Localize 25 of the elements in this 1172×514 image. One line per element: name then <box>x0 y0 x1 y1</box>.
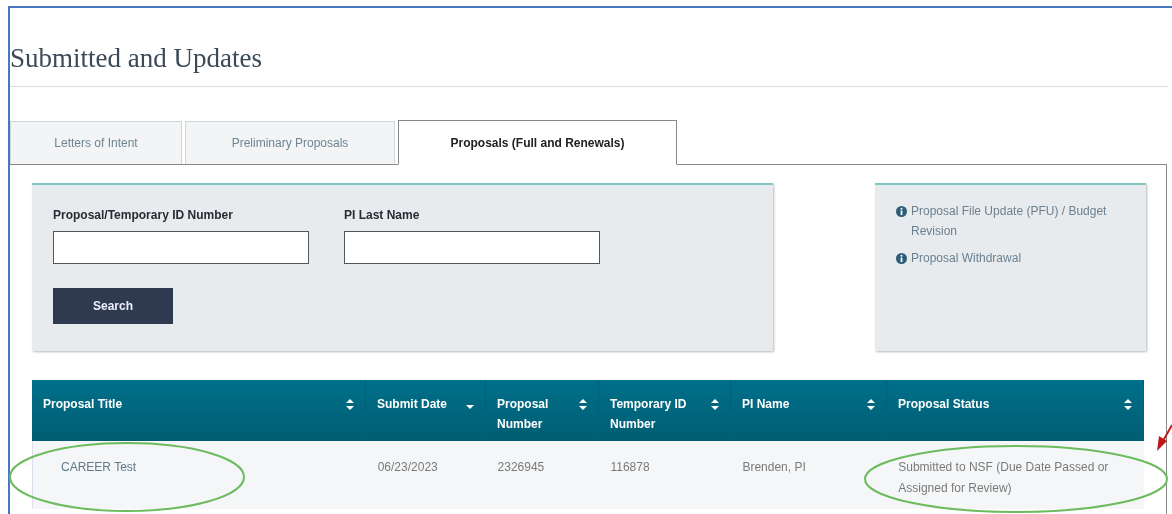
input-field[interactable] <box>344 231 600 264</box>
input-field[interactable] <box>53 231 309 264</box>
field-label: Proposal/Temporary ID Number <box>53 208 234 222</box>
sort-icon[interactable] <box>1123 398 1133 411</box>
tab[interactable]: Preliminary Proposals <box>185 121 395 164</box>
annotation-arrow <box>1157 424 1172 451</box>
info-icon <box>896 206 907 217</box>
field-label: PI Last Name <box>344 208 421 222</box>
table-cell-text: 116878 <box>610 459 650 476</box>
page-title: Submitted and Updates <box>10 43 1168 87</box>
table-cell-text: 06/23/2023 <box>377 459 438 476</box>
sort-icon[interactable] <box>578 398 588 411</box>
sort-icon[interactable] <box>345 398 355 411</box>
info-link[interactable]: Proposal Withdrawal <box>911 248 1111 268</box>
info-link[interactable]: Proposal File Update (PFU) / Budget Revision <box>911 201 1111 241</box>
table-cell-text: Submitted to NSF (Due Date Passed or Assigned for Review) <box>898 459 1110 497</box>
search-button[interactable]: Search <box>53 288 173 324</box>
table-cell-text: Brenden, PI <box>742 459 806 476</box>
tab[interactable]: Letters of Intent <box>10 121 182 164</box>
info-icon <box>896 253 907 264</box>
sort-icon[interactable] <box>710 398 720 411</box>
table-cell-text: 2326945 <box>497 459 545 476</box>
proposal-title-link[interactable]: CAREER Test <box>61 457 137 478</box>
sort-icon[interactable] <box>866 398 876 411</box>
tab[interactable]: Proposals (Full and Renewals) <box>398 120 677 165</box>
